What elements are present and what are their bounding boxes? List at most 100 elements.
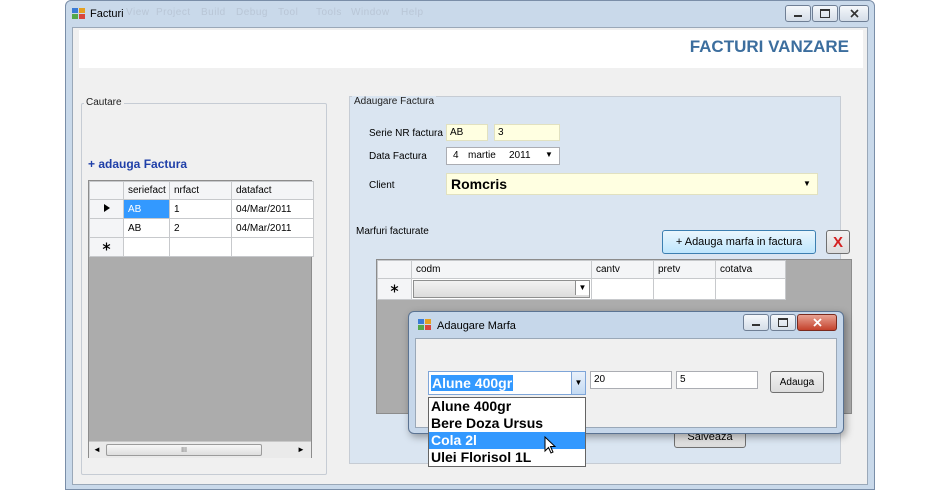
- cell-datafact[interactable]: 04/Mar/2011: [231, 199, 314, 219]
- mouse-cursor-icon: [544, 436, 557, 454]
- new-row-asterisk-icon: [102, 242, 111, 250]
- ghost-menu-2: Build: [201, 7, 226, 18]
- marfuri-table: codm cantv pretv cotatva ▼: [377, 260, 786, 300]
- cautare-group-title: Cautare: [84, 97, 124, 108]
- page-title: FACTURI VANZARE: [689, 37, 849, 56]
- title-bar[interactable]: Facturi View Project Build Debug Tool To…: [66, 1, 874, 27]
- marfuri-label: Marfuri facturate: [356, 226, 429, 237]
- column-header-cotatva[interactable]: cotatva: [715, 260, 786, 279]
- price-input[interactable]: 5: [676, 371, 758, 389]
- codm-combobox-cell[interactable]: ▼: [411, 278, 592, 300]
- new-row-marker[interactable]: [89, 237, 124, 257]
- serie-label: Serie NR factura: [369, 128, 443, 139]
- cantv-cell[interactable]: [591, 278, 654, 300]
- ghost-menu-5: Tools: [316, 7, 342, 18]
- client-combobox[interactable]: Romcris ▼: [446, 173, 818, 195]
- new-row-asterisk-icon: [390, 284, 399, 292]
- banner: FACTURI VANZARE: [79, 30, 863, 68]
- scroll-right-arrow[interactable]: ►: [297, 445, 305, 454]
- row-header[interactable]: [89, 218, 124, 238]
- quantity-input[interactable]: 20: [590, 371, 672, 389]
- ghost-menu-1: Project: [156, 7, 191, 18]
- row-header-corner: [89, 181, 124, 200]
- minimize-icon: [752, 324, 760, 326]
- date-year[interactable]: 2011: [509, 150, 531, 161]
- new-cell-seriefact[interactable]: [123, 237, 170, 257]
- close-button[interactable]: [839, 5, 869, 22]
- dialog-close-button[interactable]: [797, 314, 837, 331]
- cotatva-cell[interactable]: [715, 278, 786, 300]
- row-pointer-icon: [103, 204, 110, 212]
- maximize-button[interactable]: [812, 5, 838, 22]
- current-row-marker[interactable]: [89, 199, 124, 219]
- facturi-table: seriefact nrfact datafact AB 1 04/Mar/20…: [89, 181, 314, 257]
- client-label: Client: [369, 180, 395, 191]
- delete-marfa-button[interactable]: X: [826, 230, 850, 254]
- date-dropdown-arrow[interactable]: ▼: [545, 150, 553, 159]
- add-factura-link[interactable]: + adauga Factura: [88, 157, 187, 171]
- marfuri-new-row[interactable]: ▼: [377, 278, 786, 300]
- nr-factura-input[interactable]: 3: [494, 124, 560, 141]
- cell-datafact[interactable]: 04/Mar/2011: [231, 218, 314, 238]
- table-row[interactable]: AB 1 04/Mar/2011: [89, 199, 314, 219]
- column-header-nrfact[interactable]: nrfact: [169, 181, 232, 200]
- product-option-highlighted[interactable]: Cola 2l: [429, 432, 585, 449]
- dialog-title-bar[interactable]: Adaugare Marfa: [409, 312, 843, 338]
- cell-seriefact[interactable]: AB: [123, 199, 170, 219]
- cell-seriefact[interactable]: AB: [123, 218, 170, 238]
- minimize-button[interactable]: [785, 5, 811, 22]
- horizontal-scrollbar[interactable]: ◄ III ►: [89, 441, 311, 458]
- client-value: Romcris: [451, 176, 508, 192]
- product-option[interactable]: Alune 400gr: [429, 398, 585, 415]
- pretv-cell[interactable]: [653, 278, 716, 300]
- product-combobox-value: Alune 400gr: [431, 375, 514, 391]
- new-cell-datafact[interactable]: [231, 237, 314, 257]
- product-option[interactable]: Ulei Florisol 1L: [429, 449, 585, 466]
- scroll-thumb[interactable]: III: [106, 444, 262, 456]
- new-row[interactable]: [89, 237, 314, 257]
- column-header-cantv[interactable]: cantv: [591, 260, 654, 279]
- close-icon: [849, 9, 859, 18]
- date-month[interactable]: martie: [468, 150, 496, 161]
- maximize-icon: [820, 9, 830, 18]
- column-header-pretv[interactable]: pretv: [653, 260, 716, 279]
- table-row[interactable]: AB 2 04/Mar/2011: [89, 218, 314, 238]
- minimize-icon: [794, 15, 802, 17]
- cell-nrfact[interactable]: 1: [169, 199, 232, 219]
- codm-combobox[interactable]: ▼: [413, 280, 590, 298]
- client-dropdown-arrow[interactable]: ▼: [803, 179, 811, 188]
- cell-nrfact[interactable]: 2: [169, 218, 232, 238]
- data-factura-picker[interactable]: 4 martie 2011 ▼: [446, 147, 560, 165]
- product-combobox[interactable]: Alune 400gr ▼: [428, 371, 586, 395]
- product-dropdown-arrow[interactable]: ▼: [571, 372, 585, 394]
- app-icon: [72, 8, 86, 20]
- column-header-datafact[interactable]: datafact: [231, 181, 314, 200]
- ghost-menu-6: Window: [351, 7, 390, 18]
- scroll-left-arrow[interactable]: ◄: [93, 445, 101, 454]
- dialog-maximize-button[interactable]: [770, 314, 796, 331]
- ghost-menu-7: Help: [401, 7, 424, 18]
- serie-input[interactable]: AB: [446, 124, 488, 141]
- marfuri-new-row-marker[interactable]: [377, 278, 412, 300]
- data-factura-label: Data Factura: [369, 151, 427, 162]
- facturi-grid: seriefact nrfact datafact AB 1 04/Mar/20…: [88, 180, 314, 458]
- column-header-codm[interactable]: codm: [411, 260, 592, 279]
- dialog-minimize-button[interactable]: [743, 314, 769, 331]
- marfuri-header-corner: [377, 260, 412, 279]
- ghost-menu-3: Debug: [236, 7, 268, 18]
- window-title: Facturi: [90, 8, 124, 20]
- dialog-adauga-button[interactable]: Adauga: [770, 371, 824, 393]
- dialog-app-icon: [418, 319, 432, 331]
- new-cell-nrfact[interactable]: [169, 237, 232, 257]
- date-day[interactable]: 4: [453, 150, 459, 161]
- codm-dropdown-arrow[interactable]: ▼: [575, 281, 589, 295]
- ghost-menu-0: View: [126, 7, 150, 18]
- maximize-icon: [778, 318, 788, 327]
- column-header-seriefact[interactable]: seriefact: [123, 181, 170, 200]
- marfuri-header-row: codm cantv pretv cotatva: [377, 260, 786, 279]
- product-dropdown-list[interactable]: Alune 400gr Bere Doza Ursus Cola 2l Ulei…: [428, 397, 586, 467]
- ghost-menu-4: Tool: [278, 7, 299, 18]
- add-marfa-button[interactable]: + Adauga marfa in factura: [662, 230, 816, 254]
- adaugare-group-title: Adaugare Factura: [352, 96, 437, 107]
- product-option[interactable]: Bere Doza Ursus: [429, 415, 585, 432]
